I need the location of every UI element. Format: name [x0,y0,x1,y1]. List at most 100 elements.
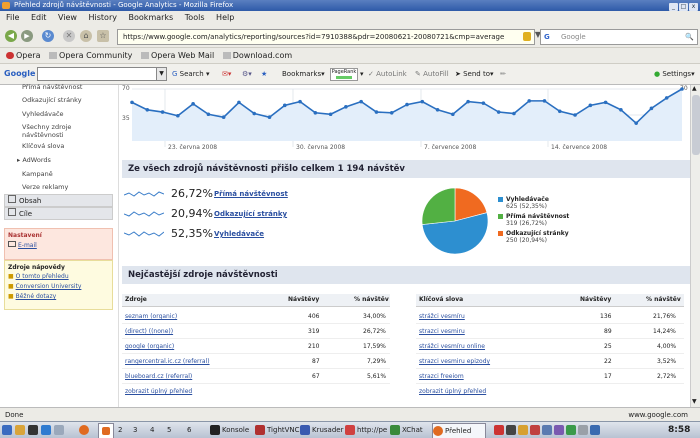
firefox-launcher-icon[interactable] [79,423,91,437]
graph-point[interactable] [420,99,425,104]
reload-icon[interactable]: ↻ [42,30,54,42]
scrollbar-thumb[interactable] [692,95,700,155]
sidebar-item-vyhledavace[interactable]: Vyhledávače [22,110,64,118]
kmail-icon[interactable] [54,423,66,437]
search-input[interactable]: G Google 🔍 [540,29,698,45]
desktop-3-button[interactable]: 3 [133,423,137,437]
autolink-button[interactable]: ✓ AutoLink [368,64,407,84]
source-link[interactable]: rangercentral.ic.cz (referral) [125,356,210,368]
menu-view[interactable]: View [58,13,77,22]
kde-menu-icon[interactable] [2,423,14,437]
graph-point[interactable] [527,99,532,103]
tray-clipboard-icon[interactable] [554,425,564,435]
home-folder-icon[interactable] [15,423,27,437]
graph-point[interactable] [359,99,363,104]
graph-point[interactable] [237,100,241,105]
graph-point[interactable] [374,110,379,114]
sidebar-section-cile[interactable]: Cíle [4,207,113,220]
graph-point[interactable] [221,115,226,120]
graph-point[interactable] [145,108,150,112]
sidebar-item-vsechny-zdroje[interactable]: Všechny zdroje návštěvnosti [22,123,82,139]
view-full-report-link[interactable]: zobrazit úplný přehled [419,388,486,395]
graph-point[interactable] [313,110,318,115]
menu-file[interactable]: File [6,13,19,22]
star-icon[interactable]: ★ [261,64,267,84]
terminal-icon[interactable] [28,423,40,437]
keyword-link[interactable]: strazci vesmiru epizody [419,356,490,368]
magnifier-icon[interactable]: 🔍 [685,30,694,44]
pagerank-dropdown-icon[interactable]: ▾ [360,64,364,84]
task-konsole[interactable]: Konsole [210,423,249,437]
summary-link-prima-navstevnost[interactable]: Přímá návštěvnost [214,190,288,198]
graph-point[interactable] [557,109,562,114]
graph-point[interactable] [176,113,180,118]
bookmark-download-com[interactable]: Download.com [222,51,292,60]
source-link[interactable]: (direct) ((none)) [125,326,173,338]
graph-point[interactable] [328,112,333,117]
keyword-link[interactable]: strazci vesmiru [419,326,465,338]
email-link[interactable]: E-mail [18,242,37,249]
graph-point[interactable] [573,113,577,117]
pencil-icon[interactable]: ✏ [500,64,506,84]
settings-button[interactable]: ● Settings▾ [654,64,695,84]
menu-help[interactable]: Help [216,13,234,22]
tray-flag-icon[interactable] [494,425,504,435]
google-logo[interactable]: Google [4,64,35,84]
menu-history[interactable]: History [89,13,117,22]
forward-icon[interactable]: ▶ [21,30,33,42]
pagerank-indicator[interactable]: PageRank [330,68,358,81]
graph-point[interactable] [542,99,547,103]
task-browser[interactable]: http://pe [345,423,387,437]
graph-point[interactable] [206,112,211,117]
minimize-button[interactable]: _ [669,3,678,11]
scroll-down-icon[interactable]: ▼ [692,398,697,405]
graph-point[interactable] [664,96,669,100]
home-icon[interactable]: ⌂ [80,30,92,42]
graph-point[interactable] [588,103,593,108]
sidebar-item-verze-reklamy[interactable]: Verze reklamy [22,183,68,191]
gear-icon[interactable]: ⚙▾ [242,64,252,84]
graph-point[interactable] [389,110,394,115]
source-link[interactable]: blueboard.cz (referral) [125,371,192,383]
keyword-link[interactable]: strazci freeiom [419,371,464,383]
tray-alert-icon[interactable] [530,425,540,435]
graph-point[interactable] [435,108,440,112]
graph-point[interactable] [603,100,608,105]
source-link[interactable]: google (organic) [125,341,174,353]
graph-point[interactable] [191,102,195,106]
graph-point[interactable] [634,121,638,125]
keyword-link[interactable]: strážci vesmíru [419,311,465,323]
graph-point[interactable] [619,108,623,112]
help-link-about[interactable]: O tomto přehledu [16,273,69,280]
graph-point[interactable] [481,101,486,105]
task-krusader[interactable]: Krusader [300,423,343,437]
task-firefox-active[interactable]: Přehled [432,423,486,438]
desktop-6-button[interactable]: 6 [187,423,191,437]
bookmark-opera-web-mail[interactable]: Opera Web Mail [140,51,214,60]
graph-point[interactable] [160,110,165,114]
scroll-up-icon[interactable]: ▲ [692,85,697,92]
graph-point[interactable] [130,100,134,105]
bookmark-opera[interactable]: Opera [6,51,41,60]
sidebar-item-adwords[interactable]: ▸ AdWords [17,156,51,164]
graph-point[interactable] [466,99,470,104]
browser-launcher-icon[interactable] [41,423,53,437]
menu-tools[interactable]: Tools [185,13,205,22]
back-icon[interactable]: ◀ [5,30,17,42]
sidebar-section-obsah[interactable]: Obsah [4,194,113,207]
graph-point[interactable] [649,106,654,111]
summary-link-vyhledavace[interactable]: Vyhledávače [214,230,264,238]
graph-point[interactable] [282,103,287,108]
stop-icon[interactable]: ✕ [63,30,75,42]
graph-point[interactable] [298,99,302,104]
bookmark-opera-community[interactable]: Opera Community [49,51,132,60]
graph-point[interactable] [451,112,455,117]
bookmark-star-icon[interactable]: ☆ [97,30,109,42]
desktop-4-button[interactable]: 4 [150,423,154,437]
maximize-button[interactable]: □ [679,3,688,11]
sidebar-item-klicova-slova[interactable]: Klíčová slova [22,142,64,150]
tray-update-icon[interactable] [566,425,576,435]
help-link-faq[interactable]: Běžné dotazy [16,293,57,300]
desktop-2-button[interactable]: 2 [118,423,122,437]
task-tightvnc[interactable]: TightVNC [255,423,300,437]
